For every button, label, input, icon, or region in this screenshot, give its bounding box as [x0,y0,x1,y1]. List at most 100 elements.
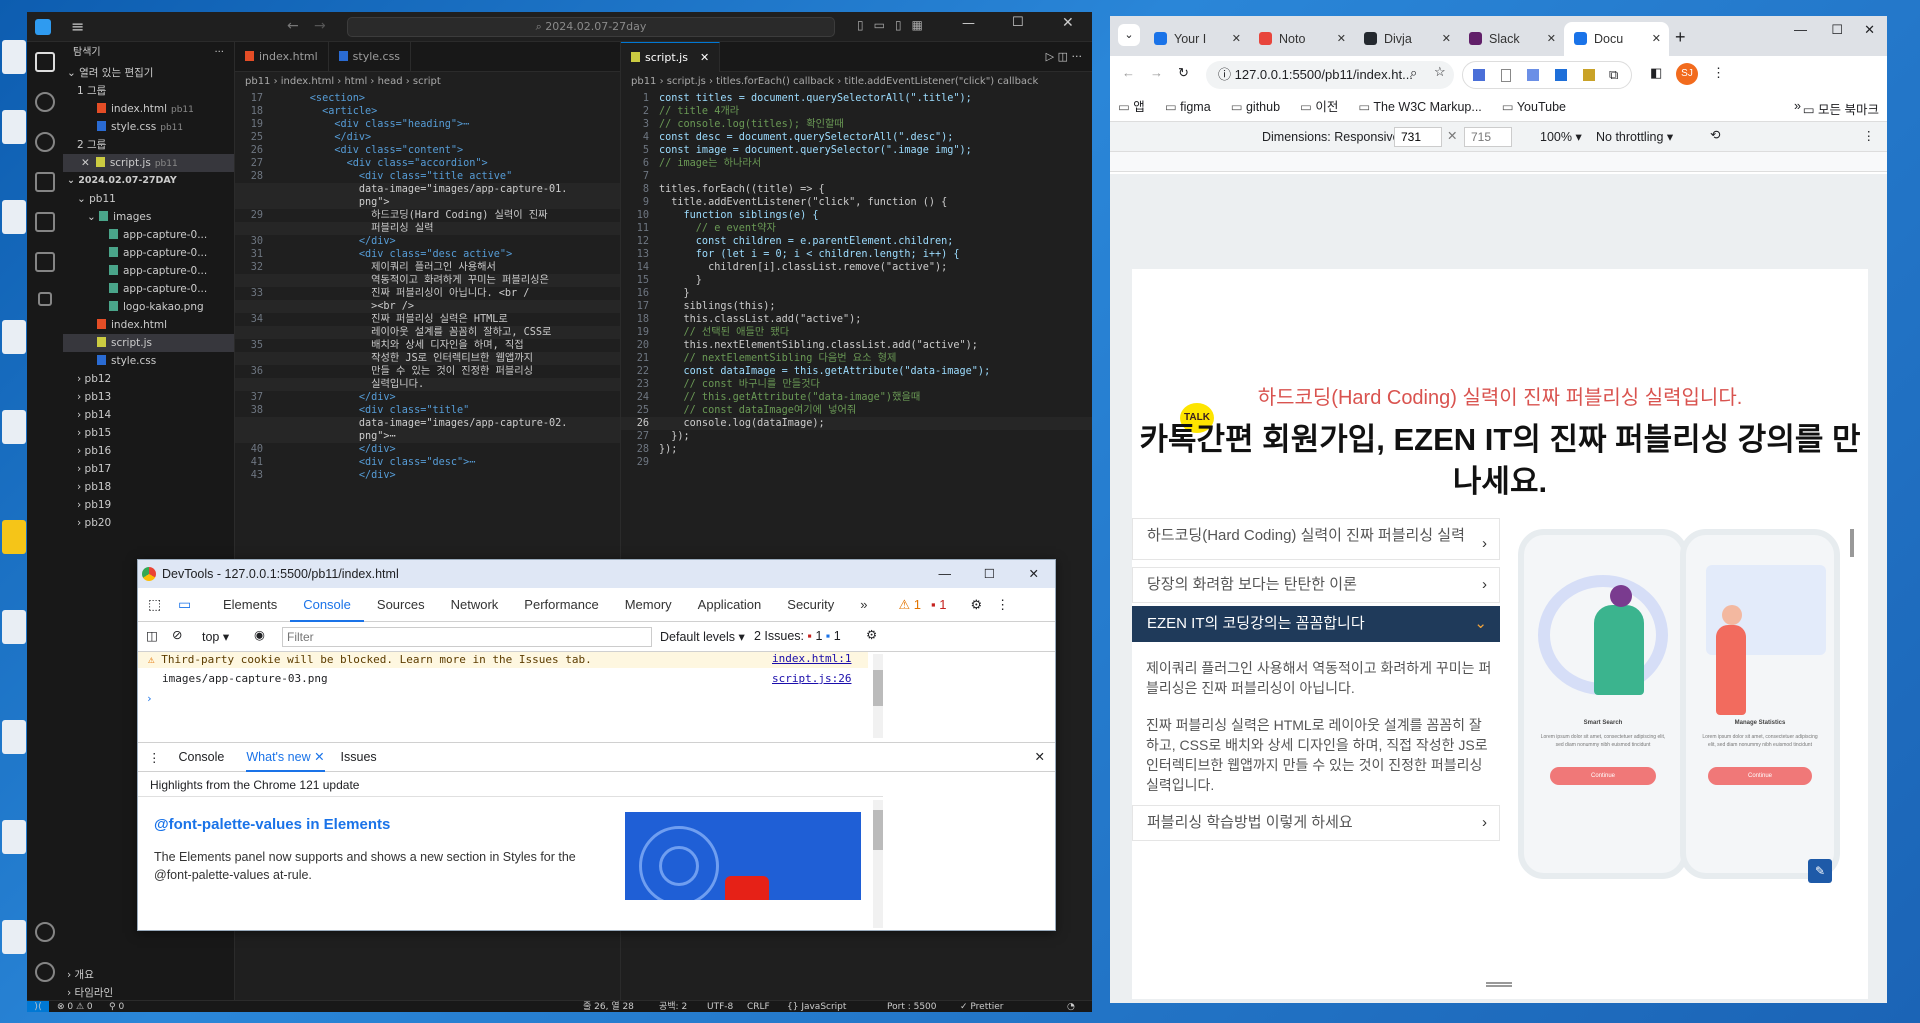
extensions-puzzle-icon[interactable]: ⧉ [1609,67,1618,83]
console-settings-icon[interactable]: ⚙ [866,627,877,642]
forward-arrow-icon[interactable]: → [1150,65,1163,80]
more-options-icon[interactable]: ⋮ [996,597,1009,613]
drawer-tab-whats-new[interactable]: What's new ✕ [246,742,325,772]
eye-icon[interactable]: ◉ [254,627,265,642]
bookmark-item[interactable]: ▭ 이전 [1300,94,1338,120]
tab-search-chevron-icon[interactable]: ⌄ [1118,24,1140,46]
dimensions-select[interactable]: Dimensions: Responsive ▾ [1262,129,1409,144]
back-arrow-icon[interactable]: ← [287,18,299,34]
height-input[interactable] [1464,127,1512,147]
project-folder[interactable]: ⌄ 2024.02.07-27DAY [63,172,234,190]
close-button[interactable]: ✕ [1029,560,1039,588]
resize-handle[interactable] [1486,982,1512,987]
bookmark-item[interactable]: ▭ 앱 [1118,94,1145,120]
group-2[interactable]: 2 그룹 [63,136,234,154]
prettier-status[interactable]: ✓ Prettier [960,1001,1004,1012]
all-bookmarks-folder[interactable]: ▭ 모든 북마크 [1803,99,1879,118]
warning-icon[interactable]: ⚠ 1 [898,597,921,613]
devtools-tab-application[interactable]: Application [685,588,775,622]
console-filter-input[interactable] [282,627,652,647]
accordion-title-active[interactable]: EZEN IT의 코딩강의는 꼼꼼합니다 ⌄ [1132,606,1500,642]
phone-continue-button[interactable]: Continue [1550,767,1656,785]
search-icon[interactable] [35,92,55,112]
breadcrumb[interactable]: pb11 › script.js › titles.forEach() call… [621,72,1092,92]
device-toolbar-icon[interactable]: ▭ [178,596,191,613]
indentation[interactable]: 공백: 2 [659,1001,687,1012]
editor-actions[interactable]: ▷ ◫ ··· [1036,42,1092,72]
problems-count[interactable]: ⊗ 0 ⚠ 0 [57,1001,93,1012]
minimize-button[interactable]: — [962,16,975,31]
folder-pb20[interactable]: › pb20 [63,514,234,532]
folder-pb11[interactable]: ⌄ pb11 [63,190,234,208]
folder-pb18[interactable]: › pb18 [63,478,234,496]
scrollbar[interactable] [873,800,883,928]
folder-images[interactable]: ⌄ images [63,208,234,226]
bookmark-item[interactable]: ▭ figma [1165,94,1211,120]
browser-tab[interactable]: Noto ✕ [1249,22,1354,56]
minimize-button[interactable]: — [1794,22,1807,37]
bookmark-item[interactable]: ▭ YouTube [1502,94,1566,120]
article-thumbnail[interactable] [625,812,861,900]
devtools-tab-security[interactable]: Security [774,588,847,622]
log-levels-select[interactable]: Default levels ▾ [660,629,745,644]
open-editors-section[interactable]: ⌄ 열려 있는 편집기 [63,64,234,82]
devtools-tab-console[interactable]: Console [290,588,364,622]
folder-pb16[interactable]: › pb16 [63,442,234,460]
file-image[interactable]: app-capture-0... [63,280,234,298]
sidebar-toggle-icon[interactable]: ◫ [146,628,158,643]
color-picker-icon[interactable]: ✎ [1808,859,1832,883]
extension-icon[interactable] [1527,69,1539,81]
reload-icon[interactable]: ↻ [1178,65,1189,81]
account-icon[interactable] [35,922,55,942]
new-tab-icon[interactable]: + [1675,27,1686,48]
bookmark-item[interactable]: ▭ The W3C Markup... [1358,94,1481,120]
desktop-icon[interactable] [2,610,26,644]
accordion-title[interactable]: 하드코딩(Hard Coding) 실력이 진짜 퍼블리싱 실력 › [1132,518,1500,560]
outline-section[interactable]: › 개요 › 타임라인 [63,966,233,1002]
run-debug-icon[interactable] [35,172,55,192]
phone-continue-button[interactable]: Continue [1708,767,1812,785]
extension-icon[interactable] [1501,69,1511,82]
source-link[interactable]: index.html:1 [772,652,851,665]
open-file-index-html[interactable]: index.html pb11 [63,100,234,118]
menu-icon[interactable]: ≡ [71,17,84,36]
settings-gear-icon[interactable] [35,962,55,982]
desktop-icon[interactable] [2,820,26,854]
line-ending[interactable]: CRLF [747,1001,770,1012]
folder-pb14[interactable]: › pb14 [63,406,234,424]
profile-avatar[interactable]: SJ [1676,63,1698,85]
file-image[interactable]: app-capture-0... [63,244,234,262]
browser-tab[interactable]: Divja ✕ [1354,22,1459,56]
side-panel-icon[interactable]: ◧ [1650,65,1662,81]
folder-pb13[interactable]: › pb13 [63,388,234,406]
browser-tab[interactable]: Docu ✕ [1564,22,1669,56]
breadcrumb[interactable]: pb11 › index.html › html › head › script [235,72,620,92]
browser-tab[interactable]: Your I ✕ [1144,22,1249,56]
file-style-css[interactable]: style.css [63,352,234,370]
forward-arrow-icon[interactable]: → [314,18,326,34]
devtools-tab-memory[interactable]: Memory [612,588,685,622]
zoom-icon[interactable]: ⌕ [1410,65,1417,81]
scrollbar[interactable] [873,654,883,738]
tab-style-css[interactable]: style.css [329,42,412,72]
language-mode[interactable]: {} JavaScript [787,1001,846,1012]
settings-gear-icon[interactable]: ⚙ [970,597,982,613]
folder-pb12[interactable]: › pb12 [63,370,234,388]
file-image[interactable]: app-capture-0... [63,262,234,280]
issues-counter[interactable]: 2 Issues: ▪ 1 ▪ 1 [754,629,841,643]
folder-pb19[interactable]: › pb19 [63,496,234,514]
issues-icon[interactable]: ▪ 1 [931,597,946,612]
close-drawer-icon[interactable]: ✕ [1035,749,1045,764]
desktop-icon[interactable] [2,720,26,754]
extensions-area[interactable]: ⧉ [1462,61,1632,89]
back-arrow-icon[interactable]: ← [1122,65,1135,80]
extension-icon[interactable] [1555,69,1567,81]
page-scrollbar[interactable] [1850,529,1854,557]
desktop-icon[interactable] [2,520,26,554]
media-query-ruler[interactable] [1110,152,1887,172]
bookmark-item[interactable]: ▭ github [1231,94,1280,120]
article-title[interactable]: @font-palette-values in Elements [154,816,390,833]
file-image[interactable]: app-capture-0... [63,226,234,244]
desktop-icon[interactable] [2,920,26,954]
code-editor-html[interactable]: 17 <section> 18 <article> 19 <div class="h… [235,92,620,482]
